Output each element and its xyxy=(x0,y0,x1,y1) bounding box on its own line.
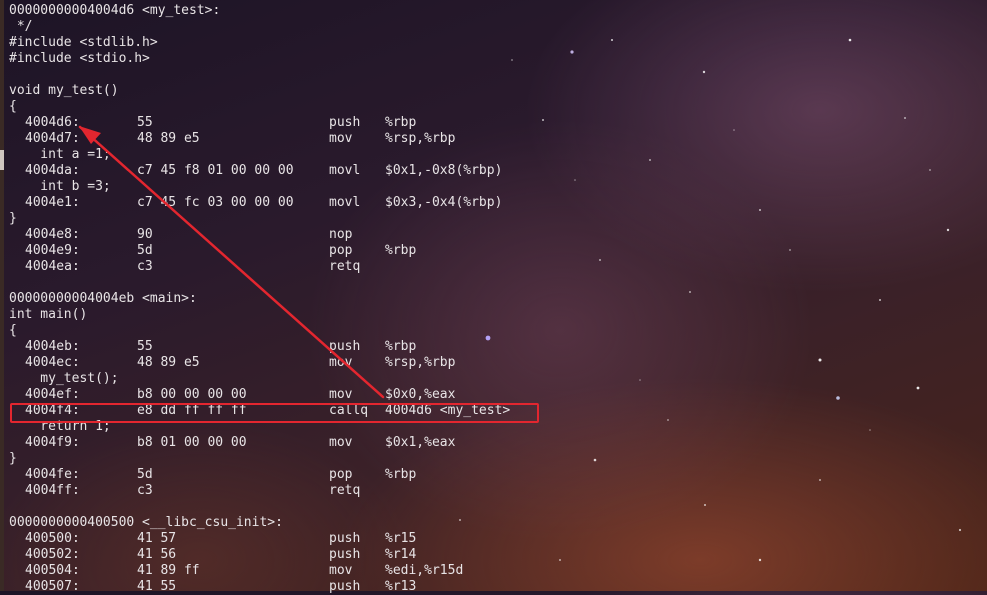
annotation-arrow xyxy=(78,125,385,399)
